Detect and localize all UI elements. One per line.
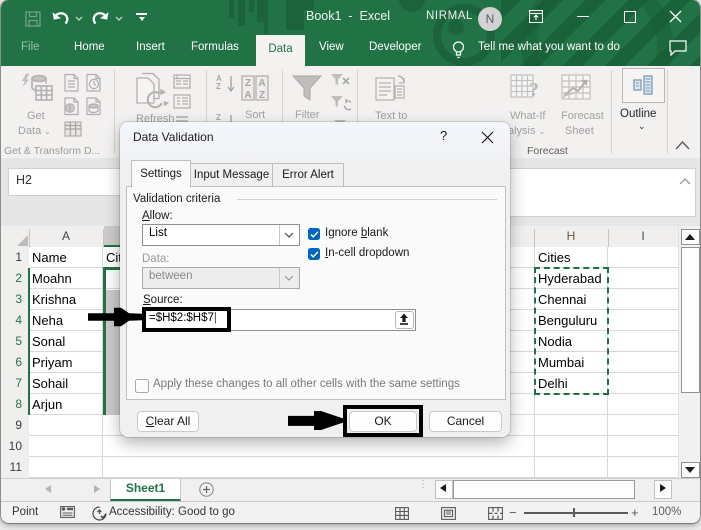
svg-text:Z: Z bbox=[245, 78, 251, 89]
svg-text:A: A bbox=[244, 90, 251, 101]
svg-text:A: A bbox=[258, 78, 265, 89]
svg-text:?: ? bbox=[529, 79, 539, 101]
svg-text:Z: Z bbox=[259, 90, 265, 101]
